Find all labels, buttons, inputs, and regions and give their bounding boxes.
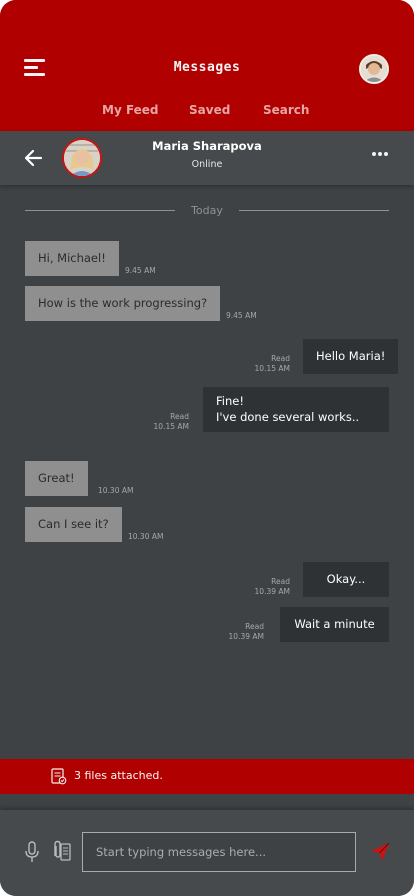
microphone-icon[interactable] [24,841,40,863]
message-time: 10.39 AM [254,587,290,596]
paperclip-icon[interactable] [51,840,71,862]
message-time: 10.39 AM [228,632,264,641]
message-bubble-outgoing[interactable]: Hello Maria! [303,339,399,374]
message-time: 10.15 AM [254,364,290,373]
contact-status: Online [191,159,223,170]
message-bubble-outgoing[interactable]: Fine! I've done several works.. [203,387,389,432]
message-bubble-incoming[interactable]: Can I see it? [25,507,122,542]
message-bubble-incoming[interactable]: Hi, Michael! [25,241,119,276]
app-header: Messages My Feed Saved Search [0,0,414,131]
tab-my-feed[interactable]: My Feed [102,103,159,117]
nav-tabs: My Feed Saved Search [0,103,414,119]
message-read-status: Read [245,622,264,631]
divider-line-right [239,210,389,211]
message-time: 10.15 AM [153,422,189,431]
message-bubble-incoming[interactable]: How is the work progressing? [25,286,221,321]
message-line: I've done several works.. [216,410,360,424]
message-input[interactable] [82,832,356,872]
tab-saved[interactable]: Saved [189,103,230,117]
attachment-label: 3 files attached. [74,769,163,782]
contact-name: Maria Sharapova [152,139,262,153]
chat-header: Maria Sharapova Online [0,131,414,185]
message-time: 9.45 AM [226,311,257,320]
message-bubble-outgoing[interactable]: Okay... [303,562,389,597]
message-time: 9.45 AM [125,266,156,275]
user-avatar[interactable] [359,54,389,84]
tab-search[interactable]: Search [263,103,309,117]
message-read-status: Read [170,412,189,421]
message-time: 10.30 AM [98,486,134,495]
message-bubble-outgoing[interactable]: Wait a minute [280,607,389,642]
message-read-status: Read [271,354,290,363]
send-icon[interactable] [369,841,391,863]
message-bubble-incoming[interactable]: Great! [25,461,88,496]
message-read-status: Read [271,577,290,586]
phone-screen: Messages My Feed Saved Search Maria Shar… [0,0,414,896]
message-line: Fine! [216,394,244,408]
message-composer [0,810,414,896]
more-dots-icon[interactable] [372,152,390,158]
message-time: 10.30 AM [128,532,164,541]
file-attachment-icon [51,768,67,785]
attachment-bar[interactable]: 3 files attached. [0,759,414,794]
page-title: Messages [173,60,241,75]
